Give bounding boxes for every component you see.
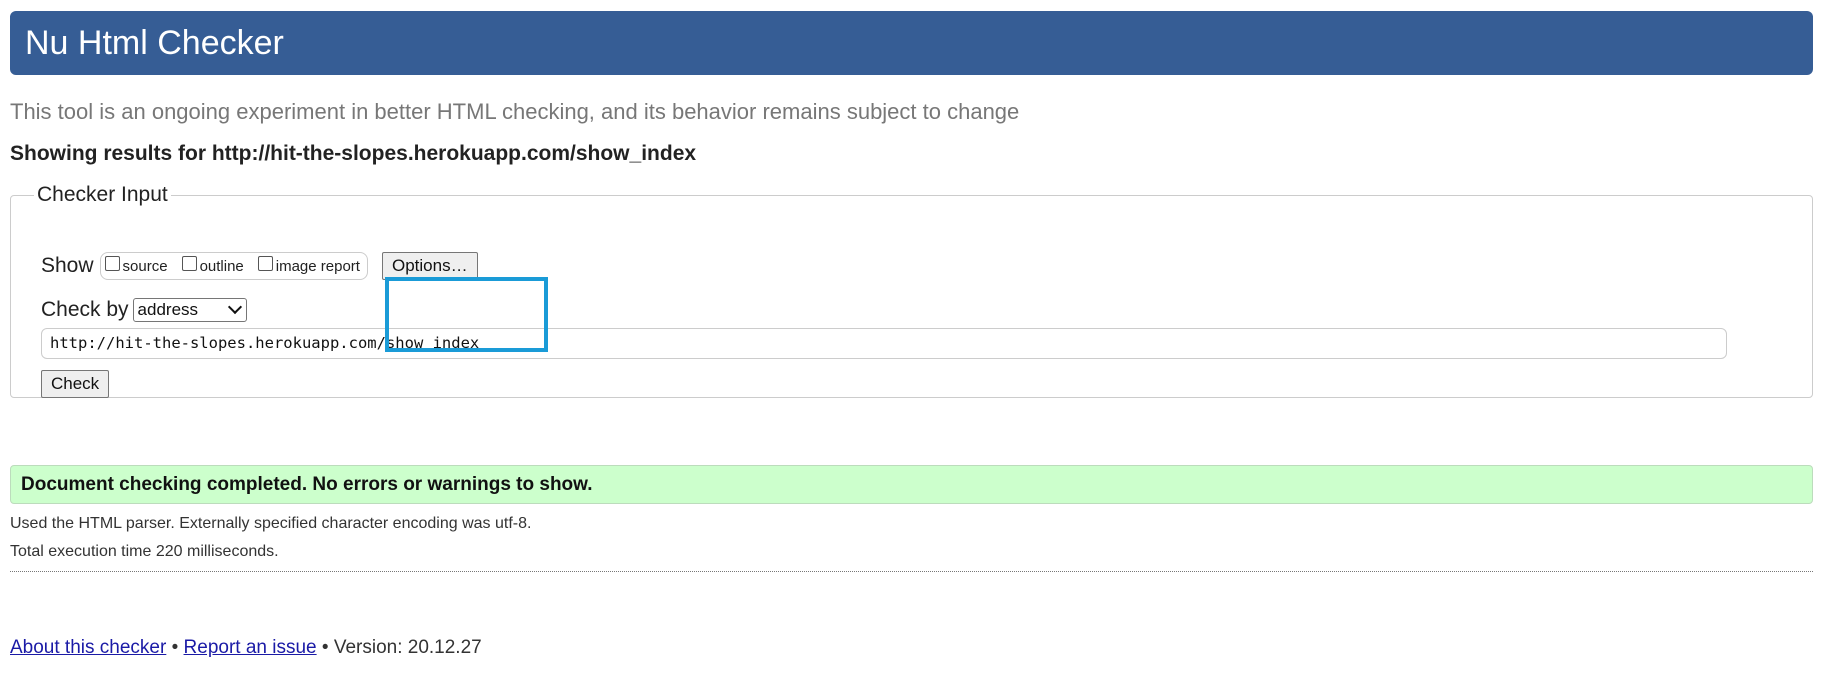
show-options-group: source outline image report [99,252,368,280]
checker-input-legend: Checker Input [37,183,168,206]
parser-info: Used the HTML parser. Externally specifi… [10,515,532,532]
image-report-label: image report [275,257,360,275]
chevron-down-icon [227,299,242,315]
footer-separator: • [321,637,329,658]
check-by-label: Check by [41,298,129,321]
page-title: Nu Html Checker [25,24,284,62]
execution-time: Total execution time 220 milliseconds. [10,543,279,560]
about-checker-link[interactable]: About this checker [10,637,166,658]
show-image-report-option[interactable]: image report [257,255,360,275]
results-heading: Showing results for http://hit-the-slope… [10,142,697,165]
check-by-row: Check by address [41,298,247,322]
source-label: source [122,257,168,275]
success-message: Document checking completed. No errors o… [10,465,1813,504]
header-banner: Nu Html Checker [10,11,1813,75]
check-button[interactable]: Check [41,370,110,398]
check-by-selected-value: address [137,300,199,319]
options-button[interactable]: Options… [381,252,478,280]
image-report-checkbox[interactable] [257,255,273,271]
show-row: Show source outline image report Options… [41,251,478,281]
footer-separator: • [171,637,179,658]
version-text: Version: 20.12.27 [333,637,482,658]
footer: About this checker • Report an issue • V… [10,637,482,659]
show-outline-option[interactable]: outline [181,255,244,275]
report-issue-link[interactable]: Report an issue [184,637,317,658]
outline-checkbox[interactable] [181,255,197,271]
tagline: This tool is an ongoing experiment in be… [10,99,1020,124]
checker-input-fieldset: Checker Input Show source outline image … [10,183,1813,398]
divider [10,571,1813,572]
check-by-select[interactable]: address [132,298,247,322]
show-label: Show [41,254,94,277]
show-source-option[interactable]: source [104,255,168,275]
url-input[interactable]: http://hit-the-slopes.herokuapp.com/show… [41,328,1727,359]
source-checkbox[interactable] [104,255,120,271]
outline-label: outline [199,257,244,275]
